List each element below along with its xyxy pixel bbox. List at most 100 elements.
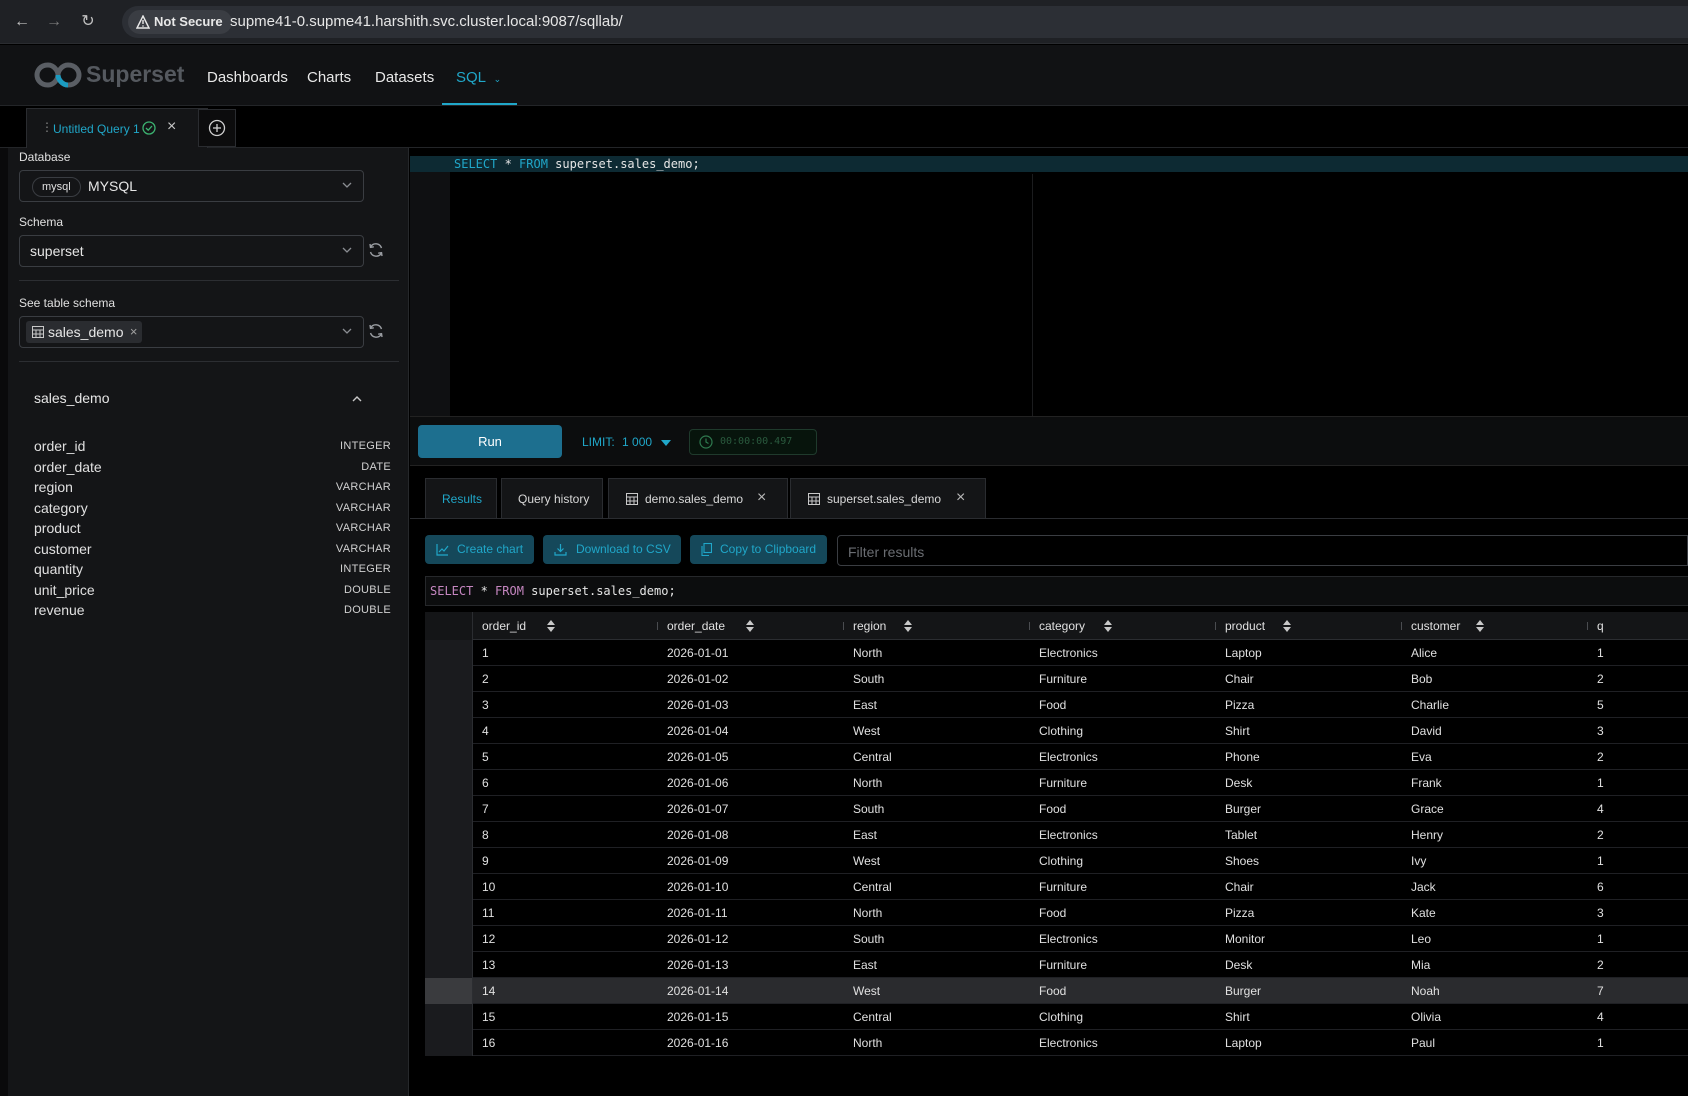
schema-select[interactable]: superset	[19, 235, 364, 267]
reload-icon[interactable]: ↻	[78, 12, 98, 32]
table-cell: Bob	[1411, 672, 1433, 686]
column-header[interactable]: product	[1225, 619, 1265, 633]
add-query-tab-button[interactable]	[198, 109, 236, 147]
table-row[interactable]: 4 2026-01-04 West Clothing Shirt David 3	[425, 718, 1688, 744]
executed-sql-text: SELECT * FROM superset.sales_demo;	[430, 584, 676, 598]
security-indicator[interactable]: Not Secure	[128, 10, 232, 34]
sort-icon[interactable]	[546, 620, 555, 632]
table-schema-label: See table schema	[19, 296, 116, 310]
database-backend-badge: mysql	[32, 177, 81, 197]
database-select[interactable]: mysql MYSQL	[19, 170, 364, 202]
table-row[interactable]: 5 2026-01-05 Central Electronics Phone Eva 2	[425, 744, 1688, 770]
column-header[interactable]: region	[853, 619, 886, 633]
query-tab[interactable]: ⋮ Untitled Query 1 ×	[26, 108, 208, 148]
table-cell: Clothing	[1039, 854, 1084, 868]
column-type: DATE	[361, 460, 391, 473]
column-type: INTEGER	[340, 440, 391, 452]
column-name: order_id	[34, 438, 86, 454]
column-type: VARCHAR	[335, 481, 391, 493]
drag-handle-icon[interactable]: ⋮	[41, 120, 53, 134]
table-row[interactable]: 9 2026-01-09 West Clothing Shoes Ivy 1	[425, 848, 1688, 874]
nav-charts[interactable]: Charts	[307, 69, 351, 86]
table-row[interactable]: 3 2026-01-03 East Food Pizza Charlie 5	[425, 692, 1688, 718]
refresh-tables-icon[interactable]	[367, 322, 385, 340]
refresh-schema-icon[interactable]	[367, 241, 385, 259]
query-tab-bar: ⋮ Untitled Query 1 ×	[0, 106, 1688, 148]
clock-icon	[699, 435, 713, 449]
table-row[interactable]: 13 2026-01-13 East Furniture Desk Mia 2	[425, 952, 1688, 978]
column-resize-handle[interactable]	[843, 622, 844, 630]
sql-editor[interactable]: 1 SELECT * FROM superset.sales_demo;	[410, 156, 1688, 416]
table-row[interactable]: 10 2026-01-10 Central Furniture Chair Jack 6	[425, 874, 1688, 900]
column-name: order_date	[34, 458, 102, 475]
table-select[interactable]: sales_demo ×	[19, 316, 364, 348]
column-header[interactable]: category	[1039, 619, 1085, 633]
column-name: region	[34, 479, 73, 495]
tab-results[interactable]: Results	[425, 478, 497, 518]
tab-preview-demo[interactable]: demo.sales_demo ×	[608, 478, 788, 518]
sort-icon[interactable]	[1475, 620, 1484, 632]
url-text[interactable]: supme41-0.supme41.harshith.svc.cluster.l…	[230, 13, 623, 30]
query-tab-label[interactable]: Untitled Query 1	[53, 122, 140, 136]
superset-logo-icon[interactable]	[34, 59, 82, 91]
table-name: sales_demo	[34, 390, 110, 406]
row-header	[425, 692, 473, 718]
brand-name[interactable]: Superset	[86, 61, 184, 88]
table-row[interactable]: 6 2026-01-06 North Furniture Desk Frank 1	[425, 770, 1688, 796]
copy-clipboard-button[interactable]: Copy to Clipboard	[690, 535, 827, 564]
table-cell: 7	[482, 802, 489, 816]
table-cell: Electronics	[1039, 932, 1098, 946]
download-csv-button[interactable]: Download to CSV	[543, 535, 681, 564]
remove-tag-icon[interactable]: ×	[130, 321, 138, 343]
table-metadata-header[interactable]: sales_demo	[19, 380, 389, 420]
column-header[interactable]: q	[1597, 619, 1604, 633]
create-chart-button[interactable]: Create chart	[425, 535, 534, 564]
column-resize-handle[interactable]	[1401, 622, 1402, 630]
sort-icon[interactable]	[1103, 620, 1112, 632]
table-row[interactable]: 16 2026-01-16 North Electronics Laptop Paul 1	[425, 1030, 1688, 1056]
nav-datasets[interactable]: Datasets	[375, 69, 434, 86]
table-cell: Chair	[1225, 880, 1254, 894]
active-nav-indicator	[442, 103, 517, 105]
limit-dropdown[interactable]: LIMIT: 1 000	[582, 435, 672, 449]
table-cell: East	[853, 958, 878, 972]
nav-dashboards[interactable]: Dashboards	[207, 69, 288, 86]
sort-icon[interactable]	[1282, 620, 1291, 632]
filter-results-input[interactable]: Filter results	[837, 535, 1688, 566]
column-row: category VARCHAR	[34, 500, 391, 522]
table-row[interactable]: 2 2026-01-02 South Furniture Chair Bob 2	[425, 666, 1688, 692]
column-resize-handle[interactable]	[1215, 622, 1216, 630]
table-cell: 2	[1597, 750, 1604, 764]
table-row[interactable]: 11 2026-01-11 North Food Pizza Kate 3	[425, 900, 1688, 926]
editor-top-pad	[410, 148, 1688, 156]
sql-keyword: FROM	[495, 584, 524, 598]
table-row[interactable]: 8 2026-01-08 East Electronics Tablet Henry 2	[425, 822, 1688, 848]
table-row[interactable]: 7 2026-01-07 South Food Burger Grace 4	[425, 796, 1688, 822]
column-header[interactable]: order_date	[667, 619, 725, 633]
column-resize-handle[interactable]	[1029, 622, 1030, 630]
address-bar[interactable]: Not Secure supme41-0.supme41.harshith.sv…	[122, 6, 1688, 38]
column-header[interactable]: order_id	[482, 619, 526, 633]
nav-sql[interactable]: SQL ⌄	[456, 69, 501, 86]
close-tab-icon[interactable]: ×	[167, 118, 176, 136]
back-arrow-icon[interactable]: ←	[12, 12, 32, 32]
close-tab-icon[interactable]: ×	[956, 489, 965, 507]
run-button[interactable]: Run	[418, 425, 562, 458]
sort-icon[interactable]	[903, 620, 912, 632]
close-tab-icon[interactable]: ×	[757, 489, 766, 507]
tab-preview-superset[interactable]: superset.sales_demo ×	[790, 478, 986, 518]
chevron-up-icon[interactable]	[351, 393, 363, 405]
column-resize-handle[interactable]	[1587, 622, 1588, 630]
table-row[interactable]: 14 2026-01-14 West Food Burger Noah 7	[425, 978, 1688, 1004]
column-resize-handle[interactable]	[657, 622, 658, 630]
forward-arrow-icon[interactable]: →	[44, 12, 64, 32]
table-cell: Furniture	[1039, 958, 1088, 972]
sort-icon[interactable]	[746, 620, 754, 632]
table-row[interactable]: 1 2026-01-01 North Electronics Laptop Alice 1	[425, 640, 1688, 666]
sql-code-line[interactable]: SELECT * FROM superset.sales_demo;	[454, 157, 700, 171]
column-header[interactable]: customer	[1411, 619, 1460, 633]
table-cell: 2026-01-08	[667, 828, 729, 842]
table-row[interactable]: 12 2026-01-12 South Electronics Monitor Leo 1	[425, 926, 1688, 952]
tab-query-history[interactable]: Query history	[501, 478, 603, 518]
table-row[interactable]: 15 2026-01-15 Central Clothing Shirt Olivia 4	[425, 1004, 1688, 1030]
